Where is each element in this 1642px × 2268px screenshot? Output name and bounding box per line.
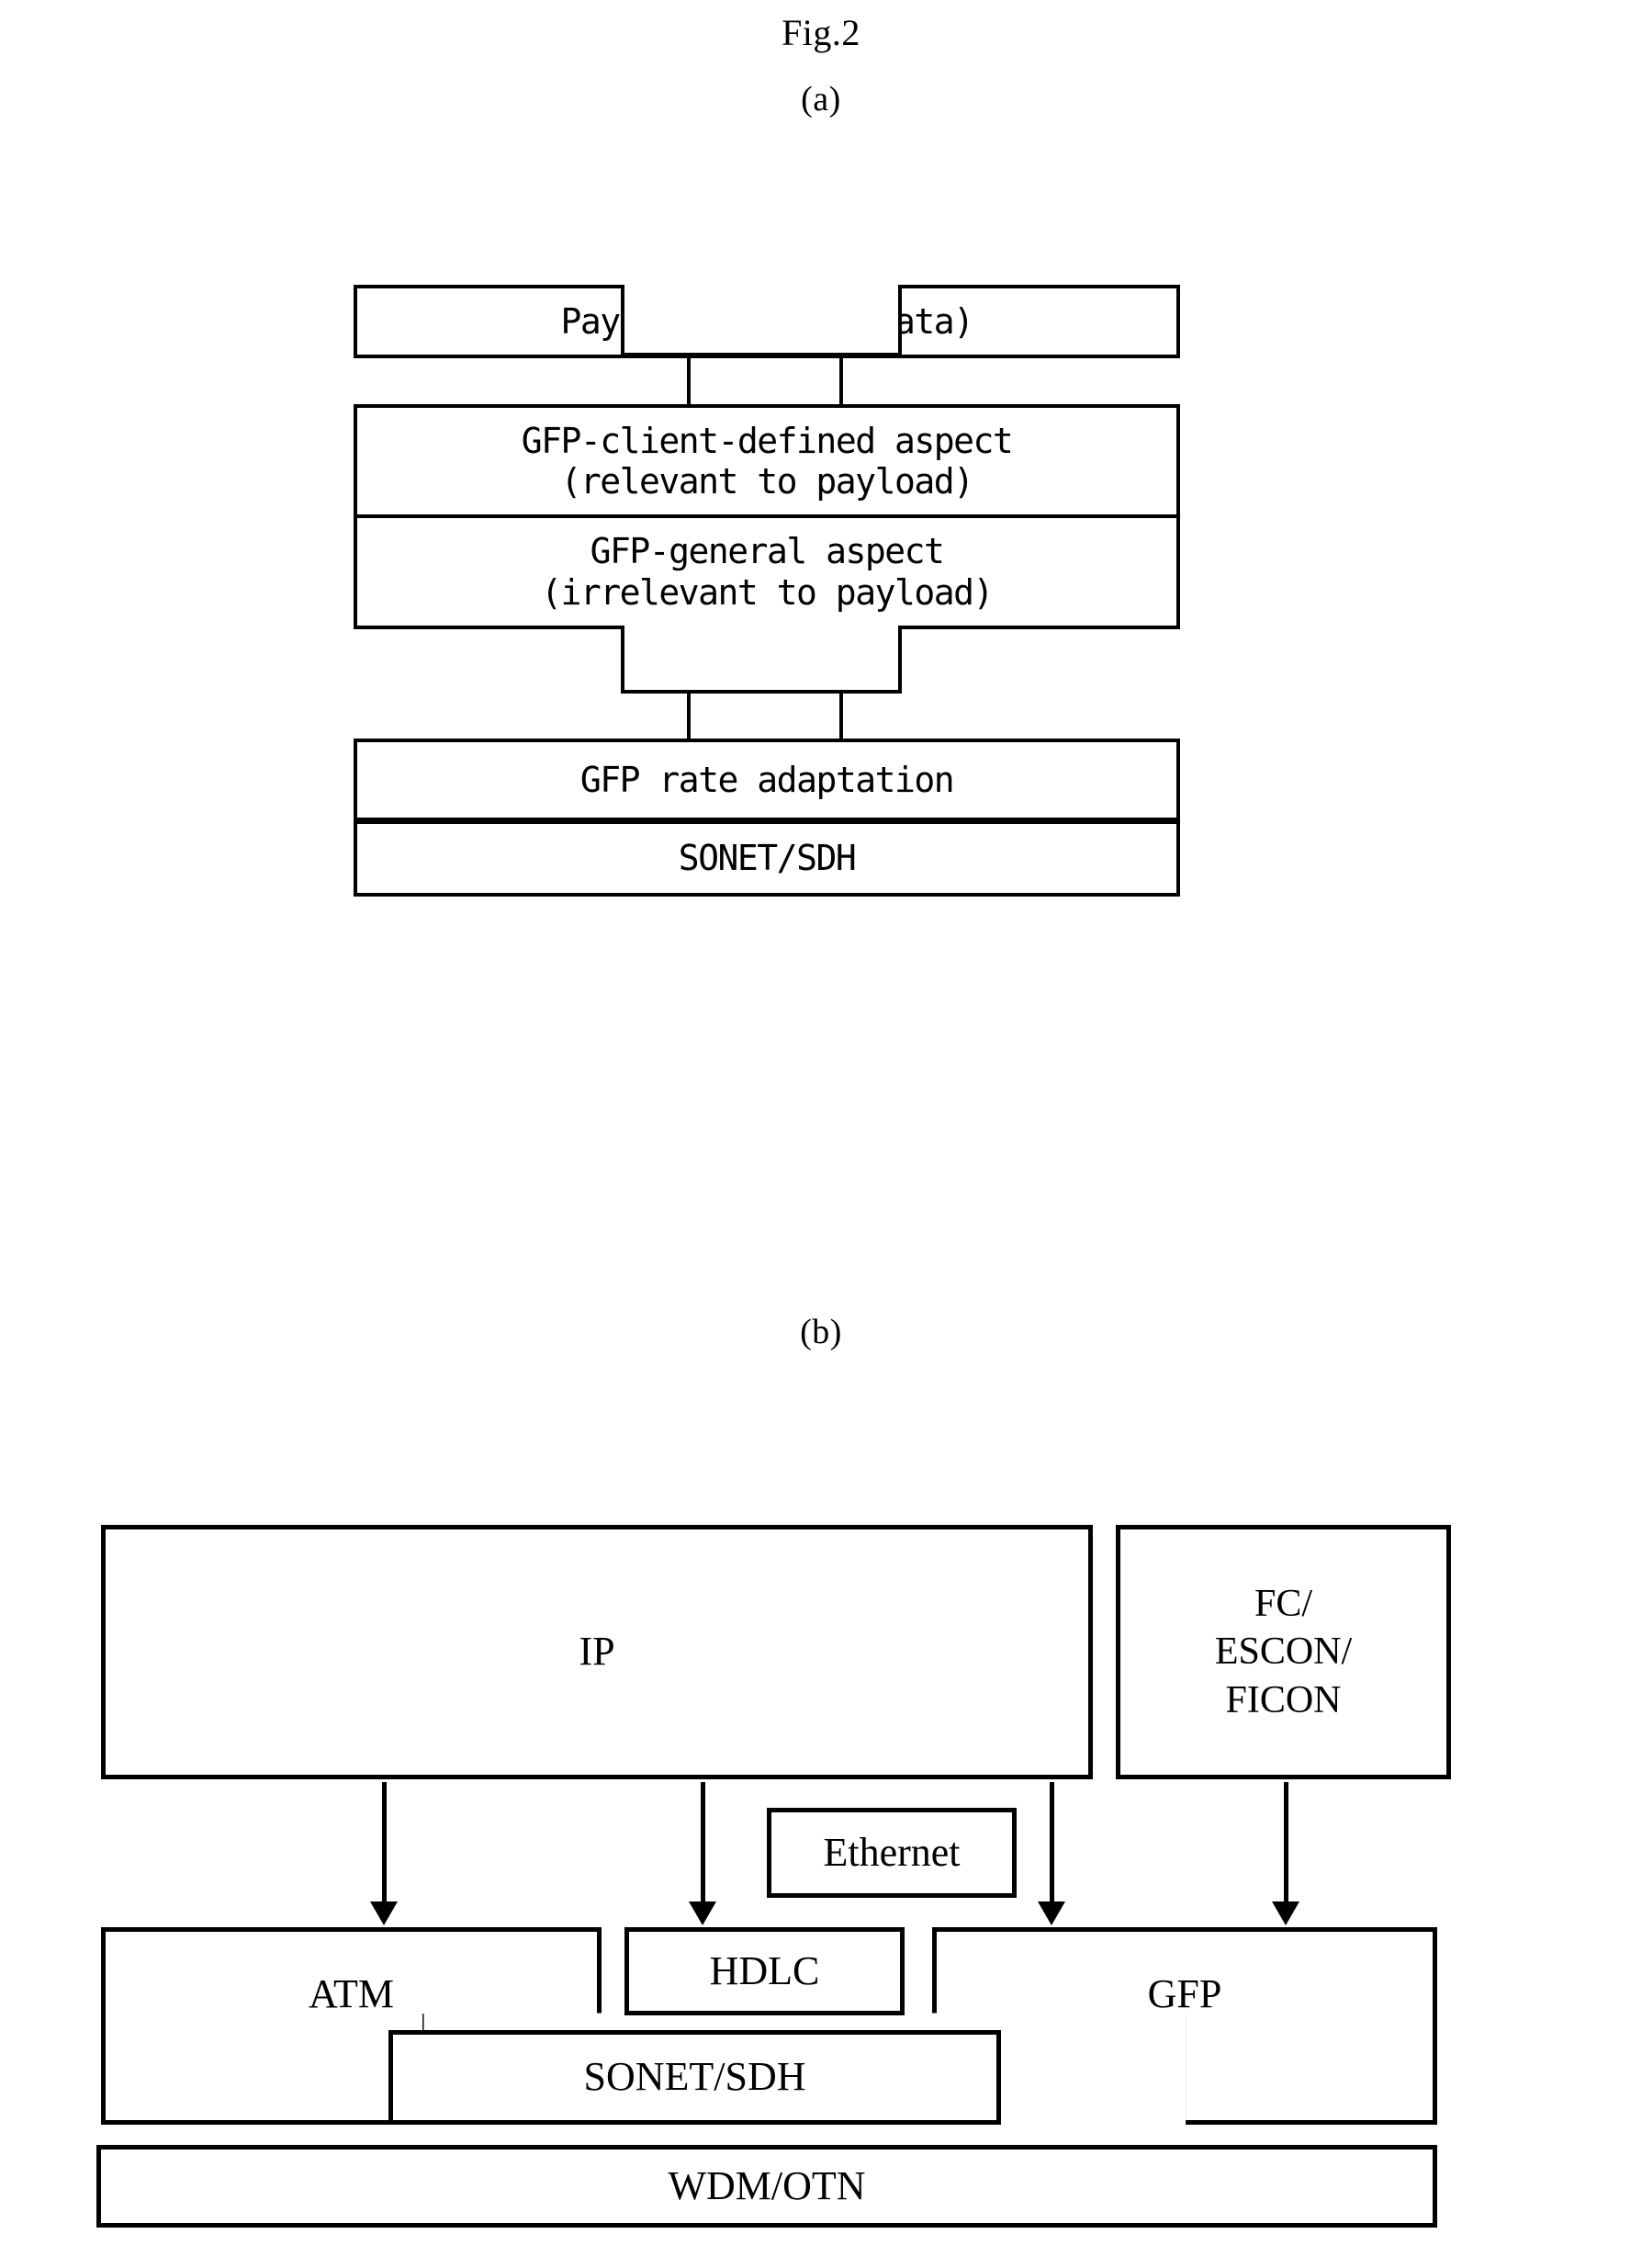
connector-lower-wide — [621, 626, 902, 694]
box-gfp-fill — [937, 1932, 1433, 2120]
box-ethernet: Ethernet — [767, 1808, 1017, 1898]
box-sonet-sdh-a: SONET/SDH — [354, 818, 1180, 897]
box-gfp-rate-adaptation: GFP rate adaptation — [354, 739, 1180, 818]
diagram-part-a: Payload (client data) GFP-client-defined… — [0, 0, 1642, 1286]
box-fc-escon-ficon: FC/ ESCON/ FICON — [1116, 1525, 1451, 1779]
connector-lower-leg-right — [839, 692, 843, 742]
arrow-ip-to-atm — [370, 1782, 398, 1925]
connector-upper-leg-left — [687, 355, 691, 408]
box-hdlc: HDLC — [624, 1927, 905, 2015]
box-gfp-label: GFP — [1147, 1971, 1222, 2016]
box-atm-label: ATM — [309, 1971, 394, 2016]
box-gfp-general-aspect: GFP-general aspect (irrelevant to payloa… — [354, 514, 1180, 629]
box-sonet-sdh-b: SONET/SDH — [388, 2030, 1001, 2125]
arrow-fc-to-gfp — [1272, 1782, 1299, 1925]
arrow-ip-to-hdlc — [689, 1782, 716, 1925]
connector-upper-wide — [621, 285, 902, 356]
connector-upper-leg-right — [839, 355, 843, 408]
box-gfp-client-defined-aspect: GFP-client-defined aspect (relevant to p… — [354, 404, 1180, 514]
diagram-part-b: IP FC/ ESCON/ FICON Ethernet ATM HDLC GF… — [0, 1286, 1642, 2268]
arrow-ip-to-gfp — [1038, 1782, 1065, 1925]
box-ip: IP — [101, 1525, 1093, 1779]
box-wdm-otn: WDM/OTN — [96, 2145, 1437, 2228]
connector-lower-leg-left — [687, 692, 691, 742]
